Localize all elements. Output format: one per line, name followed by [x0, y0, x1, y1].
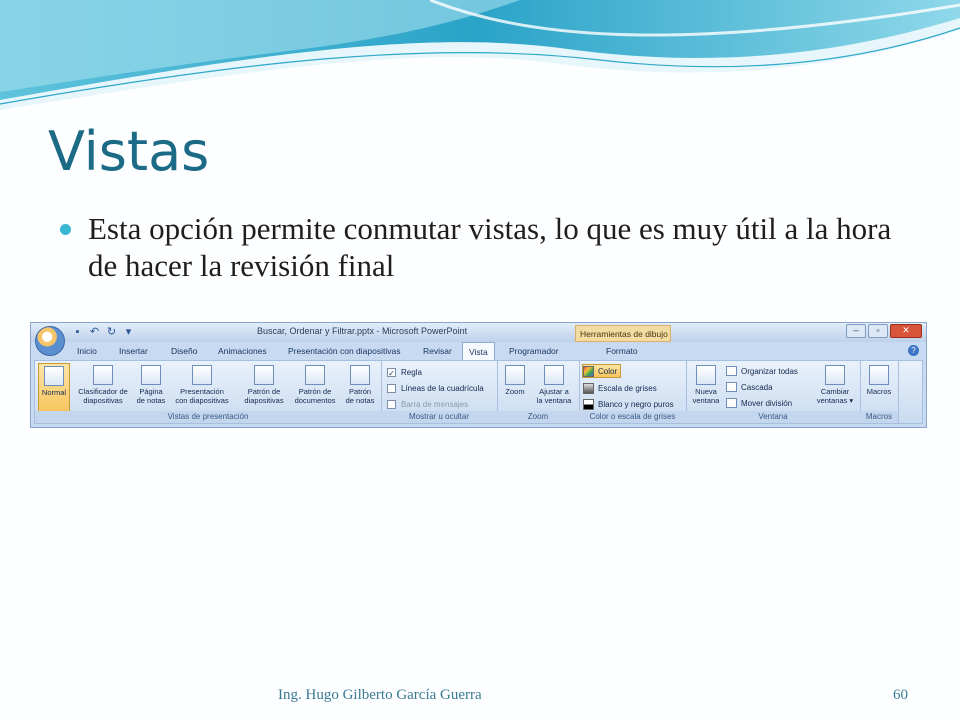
tab-presentacion[interactable]: Presentación con diapositivas: [288, 346, 400, 356]
notes-page-button[interactable]: Página de notas: [133, 363, 169, 415]
checkmark-icon: ✓: [387, 367, 396, 378]
contextual-tab-label: Herramientas de dibujo: [575, 325, 671, 342]
header-wave-decoration: [0, 0, 960, 110]
color-button[interactable]: Color: [582, 364, 622, 378]
move-split-button[interactable]: Mover división: [726, 396, 792, 410]
group-mostrar: ✓ Regla Líneas de la cuadrícula Barra de…: [381, 361, 498, 423]
black-white-swatch-icon: [583, 398, 594, 410]
arrange-all-button[interactable]: Organizar todas: [726, 364, 798, 378]
handout-master-button[interactable]: Patrón de documentos: [290, 363, 340, 415]
color-swatch-icon: [583, 365, 594, 377]
notes-master-icon: [350, 365, 370, 385]
new-window-button[interactable]: Nueva ventana: [688, 363, 724, 415]
checkbox-empty-icon: [387, 383, 396, 393]
undo-icon[interactable]: ↶: [88, 326, 101, 338]
notes-master-button[interactable]: Patrón de notas: [341, 363, 379, 415]
ribbon-screenshot: ▪ ↶ ↻ ▾ Buscar, Ordenar y Filtrar.pptx -…: [30, 322, 927, 428]
move-split-icon: [726, 398, 737, 408]
macros-button[interactable]: Macros: [862, 363, 896, 415]
arrange-all-icon: [726, 366, 737, 376]
ribbon-tabs: Inicio Insertar Diseño Animaciones Prese…: [31, 342, 926, 360]
office-button-icon[interactable]: [35, 326, 65, 356]
switch-windows-icon: [825, 365, 845, 385]
tab-inicio[interactable]: Inicio: [77, 346, 97, 356]
zoom-button[interactable]: Zoom: [500, 363, 530, 415]
tab-insertar[interactable]: Insertar: [119, 346, 148, 356]
help-icon[interactable]: ?: [908, 345, 919, 356]
bullet-text: Esta opción permite conmutar vistas, lo …: [88, 211, 892, 283]
bullet-dot-icon: [60, 224, 71, 235]
ribbon-body: Normal Clasificador de diapositivas Pági…: [34, 360, 923, 424]
window-title: Buscar, Ordenar y Filtrar.pptx - Microso…: [257, 326, 468, 336]
group-zoom: Zoom Ajustar a la ventana Zoom: [497, 361, 580, 423]
group-label-ventana: Ventana: [686, 411, 860, 423]
cascade-icon: [726, 382, 737, 392]
slide-sorter-button[interactable]: Clasificador de diapositivas: [72, 363, 134, 415]
tab-revisar[interactable]: Revisar: [423, 346, 452, 356]
cascade-button[interactable]: Cascada: [726, 380, 773, 394]
group-color: Color Escala de grises Blanco y negro pu…: [579, 361, 687, 423]
tab-diseno[interactable]: Diseño: [171, 346, 197, 356]
slide-master-icon: [254, 365, 274, 385]
checkbox-empty-icon: [387, 399, 396, 409]
fit-window-button[interactable]: Ajustar a la ventana: [531, 363, 577, 415]
group-label-mostrar: Mostrar u ocultar: [381, 411, 497, 423]
tab-animaciones[interactable]: Animaciones: [218, 346, 267, 356]
message-bar-checkbox: Barra de mensajes: [387, 397, 468, 411]
quick-access-toolbar: ▪ ↶ ↻ ▾: [71, 326, 135, 338]
tab-formato[interactable]: Formato: [606, 346, 638, 356]
minimize-icon[interactable]: –: [846, 324, 866, 338]
magnifier-icon: [505, 365, 525, 385]
new-window-icon: [696, 365, 716, 385]
restore-icon[interactable]: ▫: [868, 324, 888, 338]
notes-page-icon: [141, 365, 161, 385]
grayscale-button[interactable]: Escala de grises: [583, 381, 657, 395]
normal-view-button[interactable]: Normal: [38, 363, 70, 415]
slide-title: Vistas: [48, 120, 210, 183]
redo-icon[interactable]: ↻: [105, 326, 118, 338]
footer-author: Ing. Hugo Gilberto García Guerra: [278, 687, 482, 703]
gridlines-checkbox[interactable]: Líneas de la cuadrícula: [387, 381, 484, 395]
fit-window-icon: [544, 365, 564, 385]
slideshow-icon: [192, 365, 212, 385]
slide-sorter-icon: [93, 365, 113, 385]
window-titlebar: [31, 323, 926, 342]
slideshow-button[interactable]: Presentación con diapositivas: [170, 363, 234, 415]
grayscale-swatch-icon: [583, 382, 594, 394]
normal-view-icon: [44, 366, 64, 386]
tab-vista[interactable]: Vista: [462, 342, 495, 360]
window-controls: – ▫ ✕: [846, 324, 922, 338]
pure-bw-button[interactable]: Blanco y negro puros: [583, 397, 674, 411]
group-label-zoom: Zoom: [497, 411, 579, 423]
group-label-vistas: Vistas de presentación: [35, 411, 381, 423]
switch-windows-button[interactable]: Cambiar ventanas ▾: [814, 363, 856, 415]
macros-icon: [869, 365, 889, 385]
group-label-color: Color o escala de grises: [579, 411, 686, 423]
slide-master-button[interactable]: Patrón de diapositivas: [240, 363, 288, 415]
customize-icon[interactable]: ▾: [122, 326, 135, 338]
handout-master-icon: [305, 365, 325, 385]
close-icon[interactable]: ✕: [890, 324, 922, 338]
bullet-item: Esta opción permite conmutar vistas, lo …: [60, 210, 920, 284]
group-label-macros: Macros: [860, 411, 898, 423]
regla-checkbox[interactable]: ✓ Regla: [387, 365, 422, 379]
tab-programador[interactable]: Programador: [509, 346, 559, 356]
group-vistas: Normal Clasificador de diapositivas Pági…: [35, 361, 382, 423]
group-ventana: Nueva ventana Organizar todas Cascada Mo…: [686, 361, 861, 423]
page-number: 60: [893, 687, 908, 703]
group-macros: Macros Macros: [860, 361, 899, 423]
save-icon[interactable]: ▪: [71, 326, 84, 338]
